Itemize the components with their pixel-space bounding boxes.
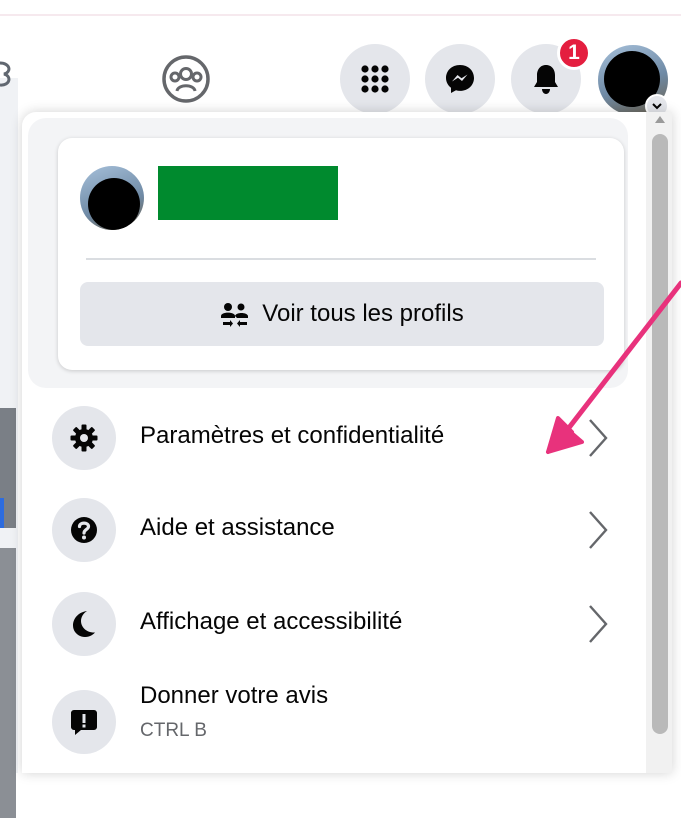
chevron-right-icon [589,605,608,643]
menu-item-label: Paramètres et confidentialité [140,422,445,449]
menu-item-give-feedback[interactable]: Donner votre avis CTRL B [52,676,612,758]
menu-item-help-support[interactable]: Aide et assistance [52,490,612,572]
chevron-down-icon [652,103,662,110]
scrollbar[interactable] [646,112,672,773]
divider [86,258,596,260]
scrollbar-thumb[interactable] [652,134,668,734]
chevron-right-icon [589,419,608,457]
question-icon [71,517,97,543]
profile-section: Voir tous les profils [28,118,628,388]
menu-item-label: Affichage et accessibilité [140,608,403,635]
groups-icon[interactable] [160,53,212,105]
menu-item-display-accessibility[interactable]: Affichage et accessibilité [52,584,612,666]
background-image-strip [0,548,16,818]
profile-avatar[interactable] [80,166,144,230]
menu-item-icon-wrap [52,690,116,754]
avatar-redaction [88,178,140,230]
messenger-button[interactable] [425,44,495,114]
switch-profiles-icon [221,303,249,327]
feedback-icon [71,710,97,735]
menu-item-settings-privacy[interactable]: Paramètres et confidentialité [52,398,612,480]
see-all-profiles-label: Voir tous les profils [262,300,464,327]
scroll-up-arrow[interactable] [655,116,665,123]
chevron-right-icon [589,511,608,549]
see-all-profiles-button[interactable]: Voir tous les profils [80,282,604,346]
top-navigation-bar: 1 [0,14,681,118]
partial-icon [0,61,11,87]
keyboard-shortcut: CTRL B [140,720,207,741]
menu-item-label: Aide et assistance [140,514,335,541]
menu-item-icon-wrap [52,592,116,656]
menu-item-icon-wrap [52,498,116,562]
menu-grid-icon [361,65,389,93]
account-dropdown: Voir tous les profils Paramètres et conf… [22,112,672,773]
menu-button[interactable] [340,44,410,114]
messenger-icon [446,65,474,93]
gear-icon [70,424,98,452]
bell-icon [534,65,558,94]
notification-badge: 1 [557,36,591,70]
profile-card: Voir tous les profils [58,138,624,370]
menu-item-label: Donner votre avis [140,682,329,709]
menu-item-icon-wrap [52,406,116,470]
background-accent-strip [0,498,4,528]
moon-icon [73,611,95,637]
background-page-edge [0,78,18,818]
profile-name-redaction[interactable] [158,166,338,220]
